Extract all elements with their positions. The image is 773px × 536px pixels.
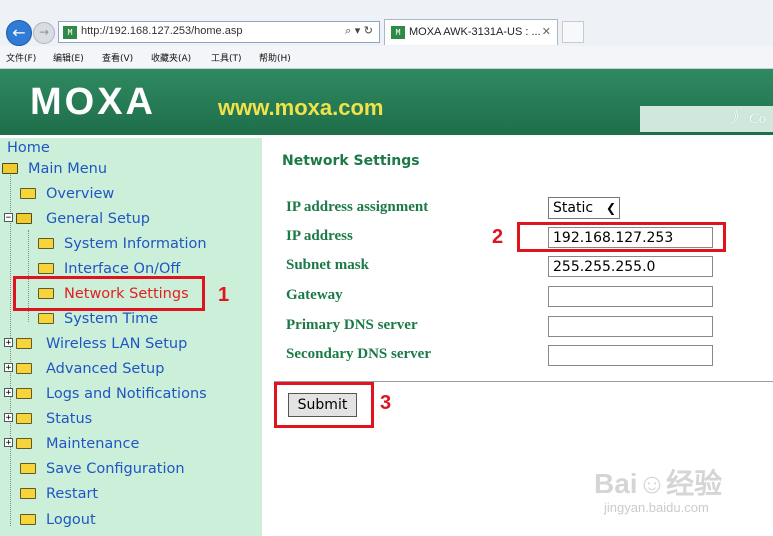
folder-icon <box>38 238 54 249</box>
url-text[interactable]: http://192.168.127.253/home.asp <box>81 25 242 37</box>
folder-icon <box>20 488 36 499</box>
annotation-box-step3 <box>274 382 374 428</box>
sidebar-item-system-information[interactable]: System Information <box>38 234 207 254</box>
annotation-box-step2 <box>517 222 726 252</box>
folder-icon <box>38 313 54 324</box>
folder-icon <box>16 363 32 374</box>
subnet-mask-label: Subnet mask <box>286 257 369 273</box>
forward-button[interactable]: → <box>33 22 55 44</box>
new-tab-button[interactable] <box>562 21 584 43</box>
expand-icon[interactable]: + <box>4 388 13 398</box>
sidebar-item-logout[interactable]: Logout <box>20 510 96 530</box>
sidebar-item-overview[interactable]: Overview <box>20 184 114 204</box>
gateway-field[interactable] <box>548 286 713 307</box>
ip-assignment-value: Static <box>553 200 594 216</box>
expand-icon[interactable]: + <box>4 338 13 348</box>
sidebar-item-logs-notifications[interactable]: + Logs and Notifications <box>4 384 207 404</box>
annotation-number-step3: 3 <box>380 392 392 414</box>
sidebar-item-general-setup[interactable]: − General Setup <box>4 209 150 229</box>
chevron-down-icon: ❮ <box>605 201 616 215</box>
sidebar-item-main-menu[interactable]: Main Menu <box>2 159 107 179</box>
secondary-dns-label: Secondary DNS server <box>286 346 431 362</box>
collapse-icon[interactable]: − <box>4 213 13 223</box>
address-bar[interactable]: M http://192.168.127.253/home.asp ⌕ ▾ ↻ <box>58 21 380 43</box>
expand-icon[interactable]: + <box>4 438 13 448</box>
secondary-dns-field[interactable] <box>548 345 713 366</box>
header-right-text: 》 Co <box>730 111 767 127</box>
moxa-logo: MOXA <box>30 81 156 123</box>
tab-favicon-icon: M <box>391 26 405 39</box>
menu-help[interactable]: 帮助(H) <box>259 51 291 64</box>
subnet-mask-field[interactable] <box>548 256 713 277</box>
sidebar-item-home[interactable]: Home <box>7 138 50 158</box>
arrow-right-icon: → <box>38 25 50 39</box>
address-tools[interactable]: ⌕ ▾ ↻ <box>345 24 373 38</box>
primary-dns-field[interactable] <box>548 316 713 337</box>
menu-edit[interactable]: 编辑(E) <box>53 51 84 64</box>
ip-assignment-label: IP address assignment <box>286 199 429 215</box>
arrow-left-icon: ← <box>12 23 26 42</box>
sidebar-item-maintenance[interactable]: + Maintenance <box>4 434 139 454</box>
sidebar-item-status[interactable]: + Status <box>4 409 92 429</box>
back-button[interactable]: ← <box>6 20 32 46</box>
folder-icon <box>20 463 36 474</box>
tab-close-icon[interactable]: ✕ <box>542 25 551 38</box>
menu-view[interactable]: 查看(V) <box>102 51 133 64</box>
folder-icon <box>20 514 36 525</box>
tab-title[interactable]: MOXA AWK-3131A-US : ... <box>409 26 541 38</box>
sidebar-item-advanced-setup[interactable]: + Advanced Setup <box>4 359 164 379</box>
menu-favorites[interactable]: 收藏夹(A) <box>151 51 191 64</box>
folder-icon <box>16 338 32 349</box>
sidebar-item-system-time[interactable]: System Time <box>38 309 158 329</box>
primary-dns-label: Primary DNS server <box>286 317 418 333</box>
expand-icon[interactable]: + <box>4 413 13 423</box>
ip-address-label: IP address <box>286 228 353 244</box>
page-title: Network Settings <box>282 153 420 169</box>
folder-icon <box>16 413 32 424</box>
annotation-number-step2: 2 <box>492 226 504 248</box>
annotation-box-step1 <box>13 276 205 311</box>
site-favicon-icon: M <box>63 26 77 39</box>
browser-chrome: ← → M http://192.168.127.253/home.asp ⌕ … <box>0 0 773 69</box>
expand-icon[interactable]: + <box>4 363 13 373</box>
folder-open-icon <box>2 163 18 174</box>
folder-icon <box>16 438 32 449</box>
browser-tab[interactable]: M MOXA AWK-3131A-US : ... ✕ <box>384 19 558 45</box>
gateway-label: Gateway <box>286 287 343 303</box>
sidebar-item-save-configuration[interactable]: Save Configuration <box>20 459 185 479</box>
folder-open-icon <box>16 213 32 224</box>
menu-file[interactable]: 文件(F) <box>6 51 36 64</box>
baidu-watermark-logo: Bai☺经验 <box>594 468 723 499</box>
sidebar-menu: Home Main Menu Overview − General Setup … <box>0 138 262 536</box>
ip-assignment-select[interactable]: Static ❮ <box>548 197 620 219</box>
menu-bar: 文件(F) 编辑(E) 查看(V) 收藏夹(A) 工具(T) 帮助(H) <box>0 46 773 68</box>
folder-icon <box>16 388 32 399</box>
moxa-website-link[interactable]: www.moxa.com <box>218 95 383 121</box>
folder-icon <box>20 188 36 199</box>
menu-tools[interactable]: 工具(T) <box>211 51 242 64</box>
baidu-watermark-url: jingyan.baidu.com <box>604 500 709 515</box>
folder-icon <box>38 263 54 274</box>
sidebar-item-restart[interactable]: Restart <box>20 484 98 504</box>
sidebar-item-wireless-lan-setup[interactable]: + Wireless LAN Setup <box>4 334 187 354</box>
annotation-number-step1: 1 <box>218 284 230 306</box>
